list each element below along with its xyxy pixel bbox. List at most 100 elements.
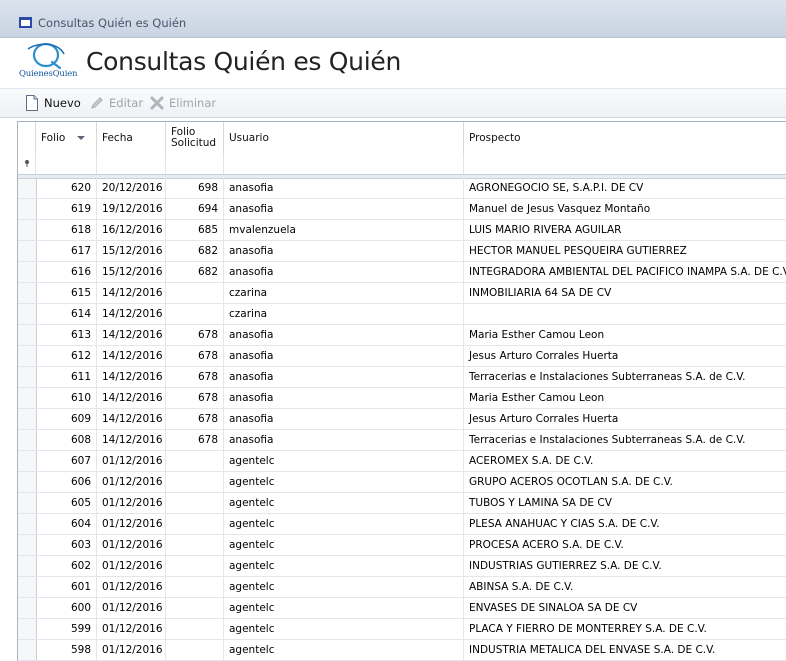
table-row[interactable]: 598 01/12/2016 agentelc INDUSTRIA METALICA … bbox=[18, 640, 786, 661]
filter-cell-prospecto[interactable] bbox=[464, 154, 786, 174]
cell-folio: 616 bbox=[36, 262, 97, 282]
table-row[interactable]: 603 01/12/2016 agentelc PROCESA ACERO S.A. … bbox=[18, 535, 786, 556]
cell-folio-solicitud: 685 bbox=[166, 220, 224, 240]
cell-folio-solicitud: 682 bbox=[166, 262, 224, 282]
table-row[interactable]: 601 01/12/2016 agentelc ABINSA S.A. DE C.V. bbox=[18, 577, 786, 598]
cell-prospecto: GRUPO ACEROS OCOTLAN S.A. DE C.V. bbox=[469, 476, 673, 488]
app-window: Consultas Quién es Quién QuienesQuien Co… bbox=[0, 0, 786, 661]
cell-folio-solicitud: 678 bbox=[166, 430, 224, 450]
cell-fecha: 20/12/2016 bbox=[97, 178, 166, 198]
cell-prospecto: ABINSA S.A. DE C.V. bbox=[469, 581, 574, 593]
cell-fecha: 14/12/2016 bbox=[97, 430, 166, 450]
cell-usuario: agentelc bbox=[224, 556, 464, 576]
filter-cell-folio-solicitud[interactable] bbox=[166, 154, 224, 174]
cell-usuario: anasofia bbox=[224, 388, 464, 408]
cell-fecha: 14/12/2016 bbox=[97, 388, 166, 408]
table-row[interactable]: 602 01/12/2016 agentelc INDUSTRIAS GUTIERRE… bbox=[18, 556, 786, 577]
table-row[interactable]: 605 01/12/2016 agentelc TUBOS Y LAMINA SA D… bbox=[18, 493, 786, 514]
table-row[interactable]: 615 14/12/2016 czarina INMOBILIARIA 64 SA D… bbox=[18, 283, 786, 304]
cell-folio: 611 bbox=[36, 367, 97, 387]
table-row[interactable]: 611 14/12/2016 678 anasofia Terracerias e In… bbox=[18, 367, 786, 388]
cell-usuario: anasofia bbox=[224, 430, 464, 450]
table-row[interactable]: 606 01/12/2016 agentelc GRUPO ACEROS OCOTLA… bbox=[18, 472, 786, 493]
cell-prospecto: Maria Esther Camou Leon bbox=[469, 392, 605, 404]
cell-prospecto: AGRONEGOCIO SE, S.A.P.I. DE CV bbox=[469, 182, 644, 194]
filter-cell-usuario[interactable] bbox=[224, 154, 464, 174]
cell-folio-solicitud bbox=[166, 556, 224, 576]
eliminar-button[interactable]: Eliminar bbox=[150, 94, 216, 112]
cell-folio: 610 bbox=[36, 388, 97, 408]
filter-cell-folio[interactable] bbox=[36, 154, 97, 174]
cell-usuario: anasofia bbox=[224, 199, 464, 219]
column-header-fecha[interactable]: Fecha bbox=[97, 122, 166, 154]
table-row[interactable]: 610 14/12/2016 678 anasofia Maria Esther Cam… bbox=[18, 388, 786, 409]
filter-pin-icon bbox=[25, 160, 29, 167]
editar-button[interactable]: Editar bbox=[90, 94, 143, 112]
cell-folio-solicitud bbox=[166, 304, 224, 324]
filter-cell-fecha[interactable] bbox=[97, 154, 166, 174]
table-row[interactable]: 604 01/12/2016 agentelc PLESA ANAHUAC Y CIA… bbox=[18, 514, 786, 535]
cell-fecha: 01/12/2016 bbox=[97, 556, 166, 576]
page-header: QuienesQuien Consultas Quién es Quién bbox=[0, 38, 786, 88]
sort-descending-icon bbox=[77, 136, 86, 140]
column-header-usuario[interactable]: Usuario bbox=[224, 122, 464, 154]
filter-row bbox=[18, 154, 786, 175]
table-row[interactable]: 618 16/12/2016 685 mvalenzuela LUIS MARIO R… bbox=[18, 220, 786, 241]
cell-fecha: 14/12/2016 bbox=[97, 325, 166, 345]
table-row[interactable]: 599 01/12/2016 agentelc PLACA Y FIERRO DE M… bbox=[18, 619, 786, 640]
table-row[interactable]: 600 01/12/2016 agentelc ENVASES DE SINALOA … bbox=[18, 598, 786, 619]
cell-prospecto: INMOBILIARIA 64 SA DE CV bbox=[469, 287, 612, 299]
cell-prospecto: INTEGRADORA AMBIENTAL DEL PACIFICO INAMP… bbox=[469, 266, 786, 278]
filter-indicator bbox=[18, 154, 36, 174]
cell-fecha: 14/12/2016 bbox=[97, 367, 166, 387]
cell-fecha: 15/12/2016 bbox=[97, 262, 166, 282]
cell-usuario: anasofia bbox=[224, 178, 464, 198]
cell-folio: 609 bbox=[36, 409, 97, 429]
grid-header: Folio Fecha Folio Solicitud Usuario Pros… bbox=[18, 122, 786, 155]
table-row[interactable]: 614 14/12/2016 czarina bbox=[18, 304, 786, 325]
cell-folio-solicitud: 682 bbox=[166, 241, 224, 261]
cell-fecha: 19/12/2016 bbox=[97, 199, 166, 219]
cell-folio-solicitud bbox=[166, 535, 224, 555]
table-row[interactable]: 613 14/12/2016 678 anasofia Maria Esther Cam… bbox=[18, 325, 786, 346]
cell-prospecto: TUBOS Y LAMINA SA DE CV bbox=[469, 497, 612, 509]
cell-folio-solicitud bbox=[166, 577, 224, 597]
delete-x-icon bbox=[150, 96, 164, 110]
app-icon bbox=[19, 17, 32, 28]
table-row[interactable]: 619 19/12/2016 694 anasofia Manuel de Jesus… bbox=[18, 199, 786, 220]
table-row[interactable]: 617 15/12/2016 682 anasofia HECTOR MANUEL PE… bbox=[18, 241, 786, 262]
cell-folio: 601 bbox=[36, 577, 97, 597]
cell-fecha: 16/12/2016 bbox=[97, 220, 166, 240]
cell-fecha: 15/12/2016 bbox=[97, 241, 166, 261]
cell-folio-solicitud: 678 bbox=[166, 346, 224, 366]
cell-folio: 604 bbox=[36, 514, 97, 534]
cell-usuario: agentelc bbox=[224, 472, 464, 492]
window-title: Consultas Quién es Quién bbox=[38, 16, 187, 30]
cell-prospecto: Terracerias e Instalaciones Subterraneas… bbox=[469, 434, 746, 446]
column-header-prospecto[interactable]: Prospecto bbox=[464, 122, 786, 154]
cell-folio-solicitud bbox=[166, 283, 224, 303]
column-header-folio-solicitud[interactable]: Folio Solicitud bbox=[166, 122, 224, 154]
cell-folio-solicitud bbox=[166, 598, 224, 618]
column-header-folio[interactable]: Folio bbox=[36, 122, 97, 154]
table-row[interactable]: 616 15/12/2016 682 anasofia INTEGRADORA AMBI… bbox=[18, 262, 786, 283]
nuevo-label: Nuevo bbox=[44, 96, 81, 110]
cell-fecha: 01/12/2016 bbox=[97, 514, 166, 534]
cell-prospecto: PLESA ANAHUAC Y CIAS S.A. DE C.V. bbox=[469, 518, 660, 530]
table-row[interactable]: 608 14/12/2016 678 anasofia Terracerias e In… bbox=[18, 430, 786, 451]
cell-prospecto: ACEROMEX S.A. DE C.V. bbox=[469, 455, 594, 467]
cell-fecha: 14/12/2016 bbox=[97, 304, 166, 324]
cell-usuario: anasofia bbox=[224, 409, 464, 429]
new-document-icon bbox=[26, 95, 38, 111]
cell-fecha: 14/12/2016 bbox=[97, 346, 166, 366]
title-bar: Consultas Quién es Quién bbox=[0, 0, 786, 38]
cell-folio: 599 bbox=[36, 619, 97, 639]
table-row[interactable]: 620 20/12/2016 698 anasofia AGRONEGOCIO SE, … bbox=[18, 178, 786, 199]
cell-folio-solicitud bbox=[166, 493, 224, 513]
cell-folio: 608 bbox=[36, 430, 97, 450]
table-row[interactable]: 607 01/12/2016 agentelc ACEROMEX S.A. DE C.… bbox=[18, 451, 786, 472]
cell-usuario: agentelc bbox=[224, 493, 464, 513]
table-row[interactable]: 612 14/12/2016 678 anasofia Jesus Arturo Cor… bbox=[18, 346, 786, 367]
table-row[interactable]: 609 14/12/2016 678 anasofia Jesus Arturo Cor… bbox=[18, 409, 786, 430]
nuevo-button[interactable]: Nuevo bbox=[25, 94, 81, 112]
